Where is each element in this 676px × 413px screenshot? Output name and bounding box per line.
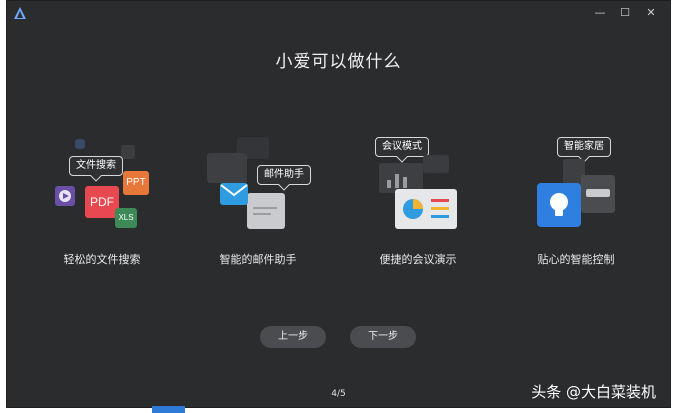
left-edge-glyph	[0, 45, 5, 55]
feature-file-search: 文件搜索 PPT PDF XLS 轻松的文件搜索	[27, 131, 177, 271]
page-title: 小爱可以做什么	[275, 52, 402, 72]
ppt-file-tile: PPT	[123, 171, 149, 195]
next-step-button[interactable]: 下一步	[350, 326, 416, 348]
watermark: 头条 @大白菜装机	[531, 383, 656, 401]
video-file-icon	[55, 186, 75, 206]
file-icon	[121, 145, 135, 159]
feature-meeting-mode: 会议模式 便捷的会议演示	[343, 131, 493, 271]
presentation-card	[395, 189, 457, 229]
app-logo-icon	[14, 7, 26, 19]
feature-smart-home: 智能家居 贴心的智能控制	[501, 131, 651, 271]
file-search-bubble: 文件搜索	[69, 156, 123, 176]
envelope-icon	[220, 183, 248, 205]
mail-detail-card	[247, 193, 285, 229]
feature-label: 便捷的会议演示	[379, 253, 457, 266]
feature-label: 轻松的文件搜索	[63, 253, 141, 266]
light-bulb-icon	[537, 183, 581, 227]
maximize-button[interactable]: ☐	[614, 4, 636, 22]
app-window: — ☐ ✕ 小爱可以做什么 文件搜索 PPT PDF XLS 轻松的文件搜索 邮…	[6, 0, 671, 408]
pie-chart-icon	[403, 199, 423, 219]
folder-icon	[75, 139, 85, 149]
title-bar[interactable]: — ☐ ✕	[7, 1, 670, 25]
pdf-file-tile: PDF	[85, 186, 119, 218]
feature-mail-assistant: 邮件助手 智能的邮件助手	[183, 131, 333, 271]
taskbar-tab[interactable]	[152, 406, 185, 413]
previous-step-button[interactable]: 上一步	[260, 326, 326, 348]
minimize-button[interactable]: —	[589, 4, 611, 22]
mail-assistant-bubble: 邮件助手	[257, 165, 311, 185]
feature-label: 贴心的智能控制	[537, 253, 615, 266]
background-card	[423, 155, 449, 173]
smart-home-bubble: 智能家居	[557, 137, 611, 157]
air-conditioner-card	[581, 175, 615, 213]
feature-label: 智能的邮件助手	[219, 253, 297, 266]
xls-file-tile: XLS	[115, 208, 137, 228]
meeting-mode-bubble: 会议模式	[375, 137, 429, 157]
close-button[interactable]: ✕	[640, 4, 662, 22]
